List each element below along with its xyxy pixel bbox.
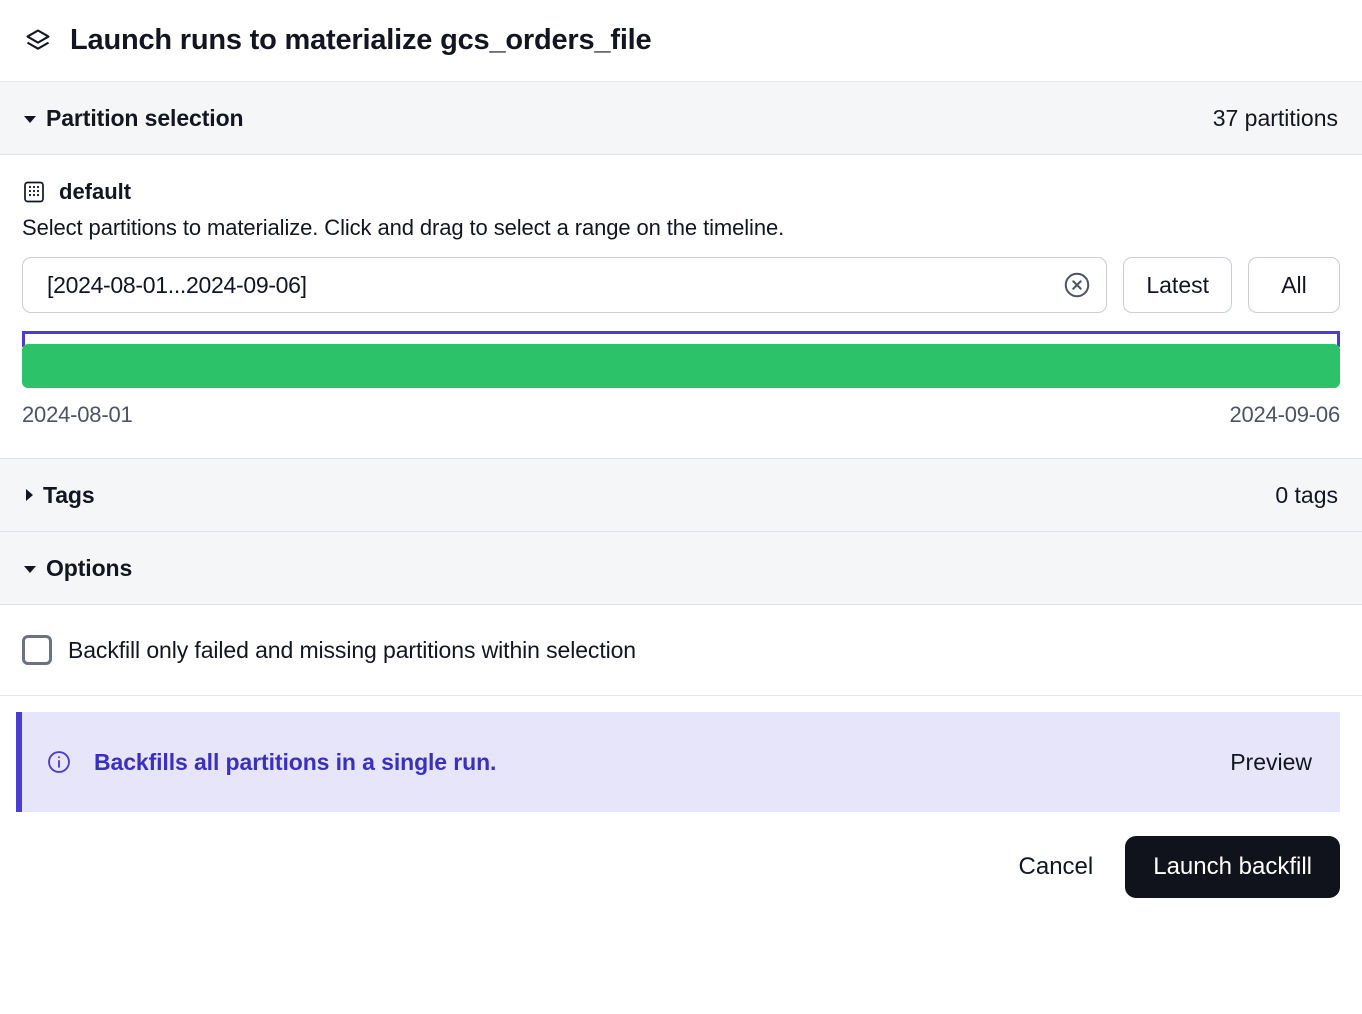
section-header-options[interactable]: Options [0,532,1362,605]
timeline-end-label: 2024-09-06 [1229,402,1340,428]
partition-dimension-description: Select partitions to materialize. Click … [22,215,1340,241]
backfill-failed-missing-checkbox[interactable] [22,635,52,665]
partition-range-input[interactable]: [2024-08-01...2024-09-06] [22,257,1107,313]
info-icon [46,749,72,775]
page-title: Launch runs to materialize gcs_orders_fi… [70,24,651,57]
partition-timeline[interactable]: 2024-08-01 2024-09-06 [22,331,1340,428]
tags-label: Tags [43,482,95,509]
layers-icon [24,27,52,55]
tags-left: Tags [24,482,95,509]
section-header-partition-selection[interactable]: Partition selection 37 partitions [0,82,1362,155]
options-label: Options [46,555,132,582]
chevron-right-icon [26,489,33,501]
options-panel: Backfill only failed and missing partiti… [0,605,1362,696]
banner-wrapper: Backfills all partitions in a single run… [0,696,1362,812]
preview-link[interactable]: Preview [1230,749,1312,776]
latest-button[interactable]: Latest [1123,257,1232,313]
launch-backfill-button[interactable]: Launch backfill [1125,836,1340,898]
tags-count: 0 tags [1275,482,1338,509]
partition-count: 37 partitions [1213,105,1338,132]
launch-backfill-dialog: Launch runs to materialize gcs_orders_fi… [0,0,1362,1014]
all-button[interactable]: All [1248,257,1340,313]
partition-selection-label: Partition selection [46,105,243,132]
backfill-failed-missing-label: Backfill only failed and missing partiti… [68,637,636,664]
dialog-footer: Cancel Launch backfill [0,812,1362,921]
info-banner-left: Backfills all partitions in a single run… [46,749,496,776]
chevron-down-icon [24,116,36,123]
timeline-labels: 2024-08-01 2024-09-06 [22,402,1340,428]
dialog-header: Launch runs to materialize gcs_orders_fi… [0,0,1362,82]
options-left: Options [24,555,132,582]
partition-dimension-panel: default Select partitions to materialize… [0,155,1362,459]
timeline-start-label: 2024-08-01 [22,402,133,428]
partition-range-value: [2024-08-01...2024-09-06] [47,272,307,299]
partition-dimension-name: default [59,179,131,205]
info-banner: Backfills all partitions in a single run… [16,712,1340,812]
partition-grid-icon [22,180,46,204]
info-banner-message: Backfills all partitions in a single run… [94,749,496,776]
section-header-tags[interactable]: Tags 0 tags [0,459,1362,532]
clear-circle-icon[interactable] [1062,270,1092,300]
backfill-failed-missing-row[interactable]: Backfill only failed and missing partiti… [22,635,1340,665]
partition-selection-left: Partition selection [24,105,243,132]
partition-status-bar[interactable] [22,344,1340,388]
cancel-button[interactable]: Cancel [1013,843,1100,891]
partition-dimension-header: default [22,179,1340,205]
chevron-down-icon-options [24,566,36,573]
partition-range-controls: [2024-08-01...2024-09-06] Latest All [22,257,1340,313]
